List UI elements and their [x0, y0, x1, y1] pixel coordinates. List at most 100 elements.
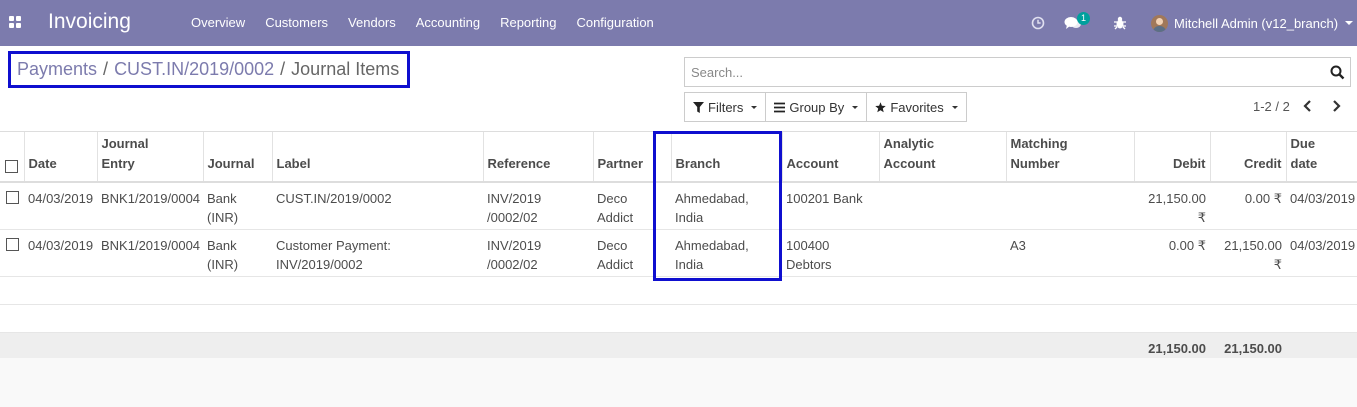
cell-due-date: 04/03/2019 — [1286, 182, 1357, 230]
menu-item-vendors[interactable]: Vendors — [338, 0, 406, 46]
cell-text: 100400 — [786, 237, 830, 253]
column-header-debit[interactable]: Debit — [1133, 132, 1210, 183]
control-panel: Payments / CUST.IN/2019/0002 / Journal I… — [0, 46, 1357, 132]
cell-account: 100201 Bank — [782, 182, 879, 230]
cell-date: 04/03/2019 — [24, 229, 97, 277]
menu-item-reporting[interactable]: Reporting — [490, 0, 566, 46]
row-select-cell — [0, 182, 24, 230]
column-header-journal[interactable]: Journal — [202, 132, 272, 183]
cell-text: (INR) — [207, 256, 239, 272]
header-text: Analytic — [883, 136, 935, 151]
cell-text: CUST.IN/2019/0002 — [276, 191, 392, 206]
row-select-cell — [0, 229, 24, 277]
cell-journal-entry: BNK1/2019/0004 — [97, 182, 203, 230]
search-icon[interactable] — [1330, 65, 1345, 80]
column-header-credit[interactable]: Credit — [1209, 132, 1286, 183]
app-title: Invoicing — [48, 10, 131, 33]
cell-text: Ahmedabad, — [675, 191, 749, 206]
messaging-chat-icon[interactable]: 1 — [1064, 0, 1090, 46]
group-by-button[interactable]: Group By — [765, 92, 868, 122]
cell-label: Customer Payment: INV/2019/0002 — [272, 229, 483, 277]
select-all-checkbox[interactable] — [5, 160, 19, 173]
table-row[interactable]: 04/03/2019 BNK1/2019/0004 Bank (INR) Cust… — [0, 229, 1357, 277]
list-icon — [774, 102, 786, 112]
cell-date: 04/03/2019 — [24, 182, 97, 230]
cell-analytic-account — [879, 229, 1006, 277]
empty-row — [0, 276, 1357, 305]
cell-partner: Deco Addict — [593, 229, 671, 277]
totals-row: 21,150.00 21,150.00 — [0, 332, 1357, 358]
cell-reference: INV/2019/0002/02 — [483, 182, 593, 230]
empty-cell — [0, 304, 1357, 333]
cell-branch: Ahmedabad, India — [671, 182, 782, 230]
debug-bug-icon[interactable] — [1113, 0, 1127, 46]
menu-item-customers[interactable]: Customers — [255, 0, 338, 46]
messages-badge: 1 — [1077, 12, 1090, 25]
column-header-reference[interactable]: Reference — [482, 132, 593, 183]
cell-debit: 0.00 ₹ — [1134, 229, 1210, 277]
chevron-down-icon — [852, 105, 859, 109]
group-by-label: Group By — [789, 99, 845, 115]
breadcrumb-payments[interactable]: Payments — [17, 59, 97, 80]
column-header-analytic-account[interactable]: Analytic Account — [878, 132, 1006, 183]
cell-text: Ahmedabad, — [675, 237, 749, 253]
cell-reference: INV/2019/0002/02 — [483, 229, 593, 277]
cell-text: Bank — [207, 191, 237, 206]
pager-value[interactable]: 1-2 / 2 — [1253, 99, 1290, 114]
header-text: Journal — [101, 136, 149, 151]
cell-text: Deco — [597, 237, 628, 253]
empty-cell — [0, 276, 1357, 305]
menu-item-overview[interactable]: Overview — [181, 0, 255, 46]
column-header-partner[interactable]: Partner — [592, 132, 671, 183]
menu-item-configuration[interactable]: Configuration — [566, 0, 663, 46]
search-options: Filters Group By Favorites — [684, 92, 967, 122]
column-header-account[interactable]: Account — [781, 132, 879, 183]
cell-analytic-account — [879, 182, 1006, 230]
column-header-date[interactable]: Date — [23, 132, 97, 183]
header-text: date — [1290, 156, 1318, 171]
user-menu[interactable]: Mitchell Admin (v12_branch) — [1151, 0, 1354, 46]
column-header-matching-number[interactable]: Matching Number — [1005, 132, 1134, 183]
column-header-due-date[interactable]: Due date — [1285, 132, 1357, 183]
breadcrumb-payment-record[interactable]: CUST.IN/2019/0002 — [114, 59, 274, 80]
filters-button[interactable]: Filters — [684, 92, 767, 122]
cell-text: INV/2019/0002 — [276, 256, 363, 272]
cell-due-date: 04/03/2019 — [1286, 229, 1357, 277]
chevron-down-icon — [751, 105, 758, 109]
row-checkbox[interactable] — [5, 191, 19, 204]
cell-journal: Bank (INR) — [203, 229, 272, 277]
search-bar — [684, 57, 1351, 87]
breadcrumb-separator: / — [103, 59, 109, 79]
breadcrumb: Payments / CUST.IN/2019/0002 / Journal I… — [8, 51, 410, 88]
favorites-button[interactable]: Favorites — [866, 92, 967, 122]
apps-grid-icon[interactable] — [9, 16, 22, 29]
column-header-label[interactable]: Label — [271, 132, 483, 183]
cell-partner: Deco Addict — [593, 182, 671, 230]
cell-journal: Bank (INR) — [203, 182, 272, 230]
table-header-row: Date Journal Entry Journal Label Referenc… — [0, 132, 1357, 183]
header-text: Entry — [101, 156, 135, 171]
column-header-branch[interactable]: Branch — [670, 132, 782, 183]
menu-item-accounting[interactable]: Accounting — [406, 0, 490, 46]
breadcrumb-current: Journal Items — [291, 59, 400, 79]
search-input[interactable] — [685, 58, 1325, 86]
cell-text: (INR) — [207, 210, 239, 225]
total-debit: 21,150.00 — [1134, 332, 1210, 358]
star-icon — [875, 101, 887, 112]
activities-clock-icon[interactable] — [1031, 0, 1045, 46]
top-navbar: Invoicing Overview Customers Vendors Acc… — [0, 0, 1357, 46]
journal-items-table: Date Journal Entry Journal Label Referenc… — [0, 132, 1357, 358]
chevron-right-icon[interactable] — [1329, 99, 1343, 113]
column-header-journal-entry[interactable]: Journal Entry — [96, 132, 203, 183]
breadcrumb-separator: / — [280, 59, 286, 79]
row-checkbox[interactable] — [5, 237, 19, 251]
totals-spacer — [1286, 332, 1357, 358]
totals-spacer — [0, 332, 1134, 358]
journal-items-list: Date Journal Entry Journal Label Referenc… — [0, 132, 1357, 358]
cell-text: Addict — [597, 210, 634, 225]
cell-text: INV/2019 — [487, 237, 542, 253]
cell-matching-number: A3 — [1006, 229, 1134, 277]
chevron-left-icon[interactable] — [1301, 99, 1315, 113]
cell-label: CUST.IN/2019/0002 — [272, 182, 483, 230]
table-row[interactable]: 04/03/2019 BNK1/2019/0004 Bank (INR) CUST… — [0, 182, 1357, 230]
